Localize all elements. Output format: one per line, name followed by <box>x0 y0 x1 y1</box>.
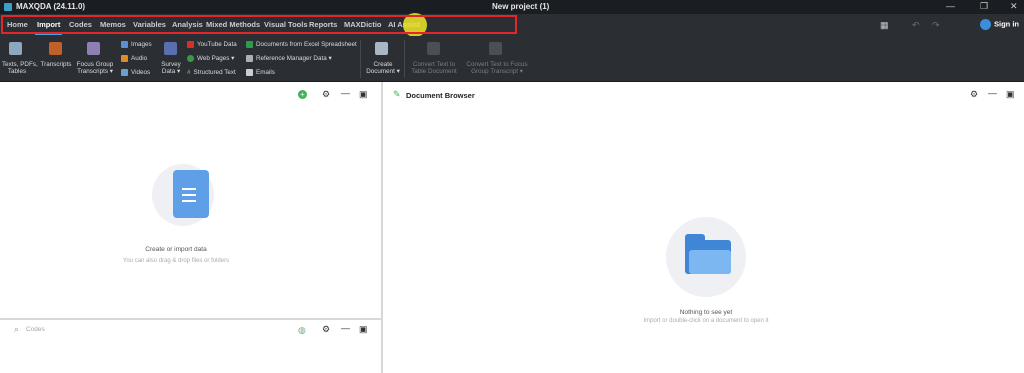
transcripts-button[interactable]: Transcripts <box>40 61 72 68</box>
layout-icon[interactable]: ▦ <box>880 20 889 31</box>
document-browser-icon: ✎ <box>393 89 401 99</box>
search-icon: ⌕ <box>14 324 20 334</box>
close-button[interactable]: ✕ <box>1010 1 1018 12</box>
create-document-button[interactable]: Create Document ▾ <box>364 61 402 75</box>
undock-icon[interactable]: ▣ <box>359 89 368 100</box>
maxqda-logo-icon <box>4 3 12 11</box>
audio-label: Audio <box>131 55 148 63</box>
convert-text-to-focus-button[interactable]: Convert Text to Focus Group Transcript ▾ <box>464 61 530 75</box>
reference-manager-data-button[interactable]: Reference Manager Data ▾ <box>246 55 332 62</box>
transcripts-icon <box>49 42 62 55</box>
web-pages-button[interactable]: Web Pages ▾ <box>187 55 234 62</box>
undo-icon[interactable]: ↶ <box>912 20 920 31</box>
app-title: MAXQDA (24.11.0) <box>16 2 86 11</box>
ribbon-separator <box>360 40 361 78</box>
sign-in-button[interactable]: Sign in <box>980 19 1019 30</box>
globe-icon <box>187 55 194 62</box>
document-browser-title: Document Browser <box>406 91 475 100</box>
focus-group-transcripts-button[interactable]: Focus Group Transcripts ▾ <box>76 61 114 75</box>
videos-label: Videos <box>131 69 151 77</box>
convert-to-table-icon <box>427 42 440 55</box>
title-bar: MAXQDA (24.11.0) New project (1) — ❐ ✕ <box>0 0 1024 14</box>
reference-manager-icon <box>246 55 253 62</box>
codes-search-input[interactable]: Codes <box>26 326 45 333</box>
codes-gear-icon[interactable]: ⚙ <box>322 324 330 335</box>
create-document-icon <box>375 42 388 55</box>
images-button[interactable]: Images <box>121 41 152 48</box>
videos-button[interactable]: Videos <box>121 69 150 76</box>
audio-button[interactable]: Audio <box>121 55 147 62</box>
document-illustration-icon <box>173 170 209 218</box>
browser-undock-icon[interactable]: ▣ <box>1006 89 1015 100</box>
documents-from-excel-label: Documents from Excel Spreadsheet <box>256 41 357 49</box>
redo-icon[interactable]: ↷ <box>932 20 940 31</box>
user-avatar-icon <box>980 19 991 30</box>
minimize-button[interactable]: — <box>946 1 955 11</box>
minimize-panel-icon[interactable]: — <box>341 88 350 98</box>
texts-pdfs-tables-button[interactable]: Texts, PDFs, Tables <box>2 61 38 75</box>
documents-from-excel-button[interactable]: Documents from Excel Spreadsheet <box>246 41 357 48</box>
texts-pdfs-icon <box>9 42 22 55</box>
codes-minimize-icon[interactable]: — <box>341 323 350 333</box>
videos-icon <box>121 69 128 76</box>
youtube-data-button[interactable]: YouTube Data <box>187 41 237 48</box>
browser-minimize-icon[interactable]: — <box>988 88 997 98</box>
images-icon <box>121 41 128 48</box>
ribbon-separator <box>404 40 405 78</box>
convert-to-focus-icon <box>489 42 502 55</box>
folder-illustration-icon <box>685 234 731 274</box>
focus-group-icon <box>87 42 100 55</box>
reference-manager-data-label: Reference Manager Data ▾ <box>256 55 332 63</box>
add-document-icon[interactable]: + <box>298 90 307 99</box>
youtube-icon <box>187 41 194 48</box>
survey-data-button[interactable]: Survey Data ▾ <box>158 61 184 75</box>
email-icon <box>246 69 253 76</box>
audio-icon <box>121 55 128 62</box>
convert-text-to-table-button[interactable]: Convert Text to Table Document <box>408 61 460 75</box>
restore-button[interactable]: ❐ <box>980 1 988 12</box>
web-pages-label: Web Pages ▾ <box>197 55 235 63</box>
hash-icon: # <box>187 69 191 76</box>
browser-gear-icon[interactable]: ⚙ <box>970 89 978 100</box>
add-code-icon[interactable]: ◍ <box>298 325 306 336</box>
browser-empty-title: Nothing to see yet <box>679 309 733 316</box>
empty-state-subtitle: You can also drag & drop files or folder… <box>122 258 230 264</box>
emails-button[interactable]: Emails <box>246 69 275 76</box>
youtube-data-label: YouTube Data <box>197 41 237 49</box>
survey-data-icon <box>164 42 177 55</box>
code-system-panel: ⌕ Codes ◍ ⚙ — ▣ <box>0 320 381 373</box>
structured-text-label: Structured Text <box>193 69 236 76</box>
emails-label: Emails <box>256 69 275 77</box>
empty-state-title: Create or import data <box>145 246 207 253</box>
annotation-highlight-box <box>1 15 517 34</box>
browser-empty-subtitle: Import or double-click on a document to … <box>643 318 769 324</box>
sign-in-label: Sign in <box>994 19 1019 29</box>
structured-text-button[interactable]: # Structured Text <box>187 69 236 76</box>
codes-undock-icon[interactable]: ▣ <box>359 324 368 335</box>
ribbon-toolbar: Texts, PDFs, Tables Transcripts Focus Gr… <box>0 36 1024 82</box>
document-system-panel: + ⚙ — ▣ Create or import data You can al… <box>0 82 381 318</box>
project-title: New project (1) <box>492 2 550 11</box>
excel-icon <box>246 41 253 48</box>
gear-icon[interactable]: ⚙ <box>322 89 330 100</box>
images-label: Images <box>131 41 152 49</box>
